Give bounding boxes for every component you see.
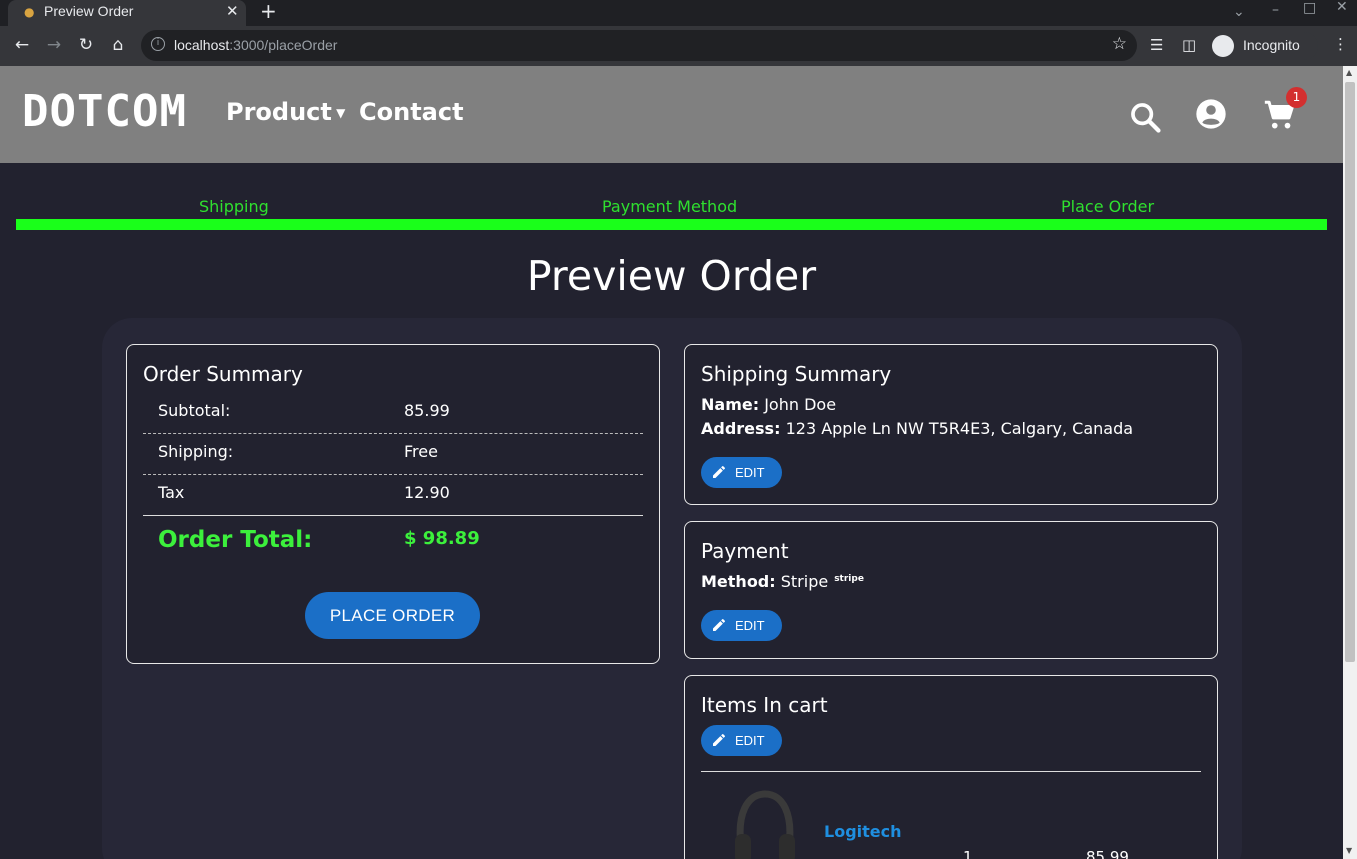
tab-search-icon[interactable]: ⌄ — [1233, 4, 1245, 20]
cart-count-badge: 1 — [1286, 87, 1307, 108]
new-tab-icon[interactable]: + — [260, 0, 277, 23]
page-title: Preview Order — [526, 252, 817, 300]
page-scrollbar[interactable]: ▲ ▼ — [1343, 66, 1357, 859]
summary-row-shipping: Shipping: Free — [143, 434, 643, 475]
browser-tab[interactable]: ● Preview Order ✕ — [8, 0, 246, 26]
scroll-down-icon[interactable]: ▼ — [1346, 846, 1352, 855]
cart-item-name[interactable]: Logitech — [824, 822, 902, 841]
summary-row-subtotal: Subtotal: 85.99 — [143, 393, 643, 434]
cart-divider — [701, 771, 1201, 772]
order-summary-title: Order Summary — [143, 362, 303, 386]
payment-card: Payment Method: Stripe stripe EDIT — [684, 521, 1218, 659]
checkout-progress-bar — [16, 219, 1327, 230]
step-payment-method: Payment Method — [602, 197, 738, 216]
headphones-product-image[interactable] — [729, 784, 799, 859]
incognito-profile[interactable]: Incognito — [1210, 32, 1318, 60]
edit-pencil-icon — [713, 618, 726, 631]
minimize-icon[interactable]: – — [1272, 2, 1279, 18]
url-text: localhost:3000/placeOrder — [174, 37, 338, 53]
forward-icon[interactable]: → — [44, 35, 64, 55]
edit-shipping-button[interactable]: EDIT — [701, 457, 782, 488]
tab-title: Preview Order — [44, 3, 134, 19]
order-summary-card: Order Summary Subtotal: 85.99 Shipping: … — [126, 344, 660, 664]
edit-cart-button[interactable]: EDIT — [701, 725, 782, 756]
payment-method: Method: Stripe stripe — [701, 572, 864, 591]
maximize-icon[interactable]: □ — [1303, 0, 1316, 16]
account-icon[interactable] — [1195, 98, 1227, 130]
shipping-summary-title: Shipping Summary — [701, 362, 892, 386]
scroll-up-icon[interactable]: ▲ — [1346, 68, 1352, 77]
media-control-icon[interactable]: ☰ — [1150, 36, 1163, 54]
site-logo[interactable]: DOTCOM — [22, 86, 187, 137]
items-in-cart-title: Items In cart — [701, 693, 828, 717]
order-total-value: $ 98.89 — [404, 528, 480, 549]
browser-tab-bar: ● Preview Order ✕ + ⌄ – □ ✕ — [0, 0, 1357, 26]
edit-pencil-icon — [713, 733, 726, 746]
reload-icon[interactable]: ↻ — [76, 35, 96, 55]
nav-contact[interactable]: Contact — [359, 98, 464, 126]
edit-payment-button[interactable]: EDIT — [701, 610, 782, 641]
address-bar[interactable]: i localhost:3000/placeOrder ☆ — [141, 30, 1137, 61]
place-order-button[interactable]: PLACE ORDER — [305, 592, 480, 639]
summary-row-tax: Tax 12.90 — [143, 475, 643, 516]
browser-menu-icon[interactable]: ⋮ — [1333, 35, 1348, 53]
order-total-label: Order Total: — [158, 527, 313, 553]
site-header: DOTCOM Product ▼ Contact 1 — [0, 66, 1343, 163]
nav-product[interactable]: Product ▼ — [226, 98, 345, 126]
side-panel-icon[interactable]: ◫ — [1182, 36, 1196, 54]
site-info-icon[interactable]: i — [151, 37, 165, 51]
payment-title: Payment — [701, 539, 789, 563]
step-place-order: Place Order — [1061, 197, 1155, 216]
scroll-thumb[interactable] — [1345, 82, 1355, 662]
cart-item-price: 85.99 — [1086, 848, 1129, 859]
close-window-icon[interactable]: ✕ — [1336, 0, 1348, 15]
bookmark-star-icon[interactable]: ☆ — [1112, 34, 1127, 54]
step-shipping: Shipping — [199, 197, 269, 216]
browser-toolbar: ← → ↻ ⌂ i localhost:3000/placeOrder ☆ ☰ … — [0, 26, 1357, 66]
items-in-cart-card: Items In cart EDIT Logitech 1 85.99 — [684, 675, 1218, 859]
stripe-logo: stripe — [834, 574, 864, 584]
home-icon[interactable]: ⌂ — [108, 35, 128, 55]
shipping-name: Name: John Doe — [701, 395, 837, 414]
cart-item-qty: 1 — [963, 848, 973, 859]
back-icon[interactable]: ← — [12, 35, 32, 55]
close-tab-icon[interactable]: ✕ — [226, 2, 239, 20]
edit-pencil-icon — [713, 465, 726, 478]
chevron-down-icon: ▼ — [331, 106, 346, 120]
search-icon[interactable] — [1128, 100, 1162, 134]
incognito-icon — [1212, 35, 1234, 57]
favicon-icon: ● — [24, 5, 35, 19]
shipping-address: Address: 123 Apple Ln NW T5R4E3, Calgary… — [701, 419, 1134, 438]
shipping-summary-card: Shipping Summary Name: John Doe Address:… — [684, 344, 1218, 505]
